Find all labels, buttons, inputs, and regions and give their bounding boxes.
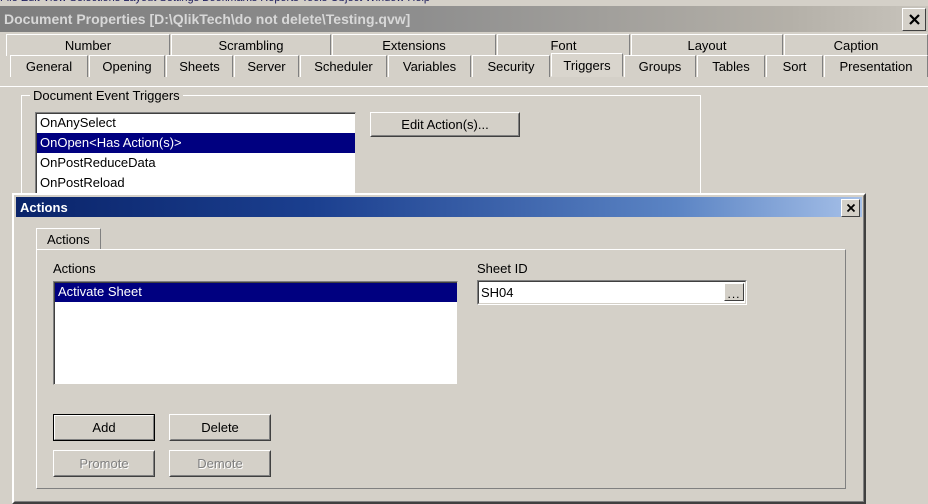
document-properties-tabstrip: Number Scrambling Extensions Font Layout Capt… xyxy=(0,34,928,86)
tab-label: Variables xyxy=(402,59,457,74)
tab-label: Caption xyxy=(833,38,879,53)
tab-label: Number xyxy=(64,38,112,53)
tab-label: Sort xyxy=(782,59,807,74)
tab-label: Scrambling xyxy=(218,38,284,53)
promote-button: Promote xyxy=(53,450,155,477)
tab-triggers[interactable]: Triggers xyxy=(551,53,623,77)
tab-label: General xyxy=(25,59,73,74)
tab-presentation[interactable]: Presentation xyxy=(824,55,928,77)
actions-list-label: Actions xyxy=(53,261,96,276)
tab-label: Sheets xyxy=(179,59,220,74)
list-item[interactable]: OnPostReload xyxy=(36,173,355,193)
tab-sheets[interactable]: Sheets xyxy=(166,55,233,77)
tab-actions[interactable]: Actions xyxy=(36,228,101,250)
actions-dialog-tabstrip: Actions xyxy=(36,228,846,250)
tab-sort[interactable]: Sort xyxy=(766,55,823,77)
tab-label: Security xyxy=(487,59,535,74)
sheet-id-label: Sheet ID xyxy=(477,261,528,276)
delete-button-label: Delete xyxy=(201,420,239,435)
tab-label: Triggers xyxy=(563,57,611,73)
tab-general[interactable]: General xyxy=(10,55,88,77)
list-item[interactable]: OnAnySelect xyxy=(36,113,355,133)
tab-layout[interactable]: Layout xyxy=(631,34,783,56)
tab-label: Groups xyxy=(638,59,682,74)
demote-button: Demote xyxy=(169,450,271,477)
group-legend: Document Event Triggers xyxy=(30,88,183,103)
tabstrip-row-top: Number Scrambling Extensions Font Layout Capt… xyxy=(0,34,928,57)
tab-label: Tables xyxy=(712,59,750,74)
tab-label: Server xyxy=(247,59,286,74)
tab-security[interactable]: Security xyxy=(472,55,550,77)
tab-scrambling[interactable]: Scrambling xyxy=(171,34,331,56)
tab-extensions[interactable]: Extensions xyxy=(332,34,496,56)
tab-label: Layout xyxy=(687,38,727,53)
document-event-triggers-listbox[interactable]: OnAnySelect OnOpen<Has Action(s)> OnPostRe… xyxy=(35,112,356,196)
actions-dialog: Actions Actions Actions Activate Sheet S… xyxy=(12,193,866,504)
close-icon[interactable] xyxy=(902,8,926,31)
actions-dialog-title: Actions xyxy=(20,199,68,215)
tab-server[interactable]: Server xyxy=(234,55,299,77)
list-item[interactable]: OnOpen<Has Action(s)> xyxy=(36,133,355,153)
tab-scheduler[interactable]: Scheduler xyxy=(300,55,387,77)
add-button[interactable]: Add xyxy=(53,414,155,441)
screen-root: File Edit View Selections Layout Setting… xyxy=(0,0,928,504)
tab-label: Opening xyxy=(102,59,152,74)
promote-button-label: Promote xyxy=(79,456,129,471)
document-properties-titlebar: Document Properties [D:\QlikTech\do not … xyxy=(0,6,928,32)
tab-label: Scheduler xyxy=(314,59,373,74)
edit-actions-button-label: Edit Action(s)... xyxy=(401,117,489,132)
list-item[interactable]: Activate Sheet xyxy=(54,282,457,302)
actions-dialog-titlebar: Actions xyxy=(16,197,862,217)
add-button-label: Add xyxy=(92,420,116,435)
tab-opening[interactable]: Opening xyxy=(89,55,165,77)
tab-groups[interactable]: Groups xyxy=(624,55,696,77)
tab-label: Presentation xyxy=(839,59,913,74)
list-item[interactable]: OnPostReduceData xyxy=(36,153,355,173)
tab-label: Extensions xyxy=(382,38,446,53)
document-properties-title: Document Properties [D:\QlikTech\do not … xyxy=(4,11,411,27)
actions-tab-page: Actions Activate Sheet Sheet ID ... Add D… xyxy=(36,249,846,489)
tab-variables[interactable]: Variables xyxy=(388,55,471,77)
demote-button-label: Demote xyxy=(197,456,243,471)
sheet-id-textbox[interactable]: ... xyxy=(477,280,747,305)
tab-number[interactable]: Number xyxy=(6,34,170,56)
sheet-id-browse-button[interactable]: ... xyxy=(724,283,744,301)
background-menu-fragment: File Edit View Selections Layout Setting… xyxy=(0,0,430,4)
tab-label: Actions xyxy=(47,232,90,247)
sheet-id-input[interactable] xyxy=(478,281,746,304)
tab-caption[interactable]: Caption xyxy=(784,34,928,56)
delete-button[interactable]: Delete xyxy=(169,414,271,441)
tab-label: Font xyxy=(550,38,577,53)
close-icon[interactable] xyxy=(841,199,860,217)
actions-listbox[interactable]: Activate Sheet xyxy=(53,281,458,385)
tab-tables[interactable]: Tables xyxy=(697,55,765,77)
edit-actions-button[interactable]: Edit Action(s)... xyxy=(370,112,520,137)
tabstrip-row-bottom: General Opening Sheets Server Scheduler Varia… xyxy=(0,53,928,78)
document-event-triggers-group: Document Event Triggers OnAnySelect OnOpe… xyxy=(21,88,701,205)
